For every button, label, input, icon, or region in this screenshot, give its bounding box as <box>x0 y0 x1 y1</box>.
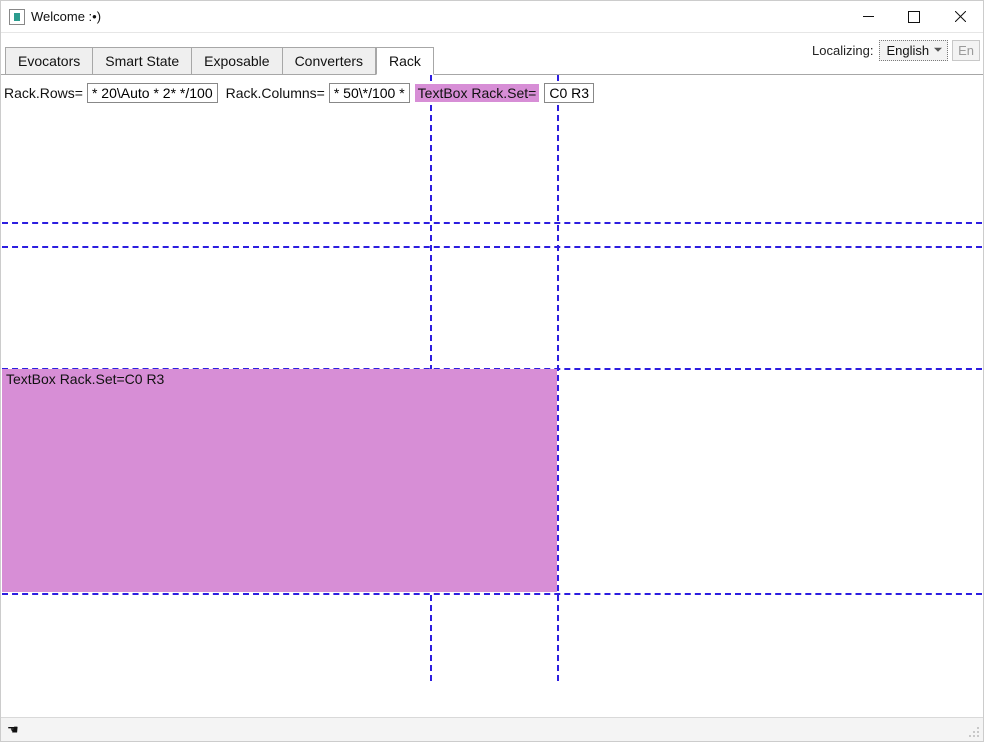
status-hand-icon: ☚ <box>7 722 19 738</box>
tab-exposable[interactable]: Exposable <box>192 47 282 75</box>
rack-config-row: Rack.Rows= * 20\Auto * 2* */100 Rack.Col… <box>2 83 594 103</box>
window-controls <box>845 1 983 32</box>
app-icon <box>9 9 25 25</box>
window-title: Welcome :•) <box>31 9 101 24</box>
close-button[interactable] <box>937 1 983 32</box>
rack-row-divider <box>2 222 982 224</box>
language-short-button[interactable]: En <box>952 40 980 61</box>
tab-evocators[interactable]: Evocators <box>5 47 93 75</box>
rack-rows-value[interactable]: * 20\Auto * 2* */100 <box>87 83 218 103</box>
rack-row-divider <box>2 246 982 248</box>
status-bar: ☚ <box>1 717 983 741</box>
minimize-button[interactable] <box>845 1 891 32</box>
rack-set-label: TextBox Rack.Set= <box>415 84 540 102</box>
rack-rows-label: Rack.Rows= <box>2 85 85 101</box>
rack-set-overlay[interactable]: TextBox Rack.Set=C0 R3 <box>2 369 557 592</box>
rack-cols-value[interactable]: * 50\*/100 * <box>329 83 410 103</box>
rack-row-divider <box>2 593 982 595</box>
tab-rack[interactable]: Rack <box>376 47 434 75</box>
tab-smart-state[interactable]: Smart State <box>93 47 192 75</box>
titlebar: Welcome :•) <box>1 1 983 33</box>
rack-area: Rack.Rows= * 20\Auto * 2* */100 Rack.Col… <box>1 75 983 717</box>
rack-set-value[interactable]: C0 R3 <box>544 83 594 103</box>
rack-cols-label: Rack.Columns= <box>224 85 327 101</box>
maximize-button[interactable] <box>891 1 937 32</box>
tab-converters[interactable]: Converters <box>283 47 376 75</box>
resize-grip[interactable] <box>969 727 981 739</box>
localizing-label: Localizing: <box>812 43 875 58</box>
rack-col-divider <box>557 75 559 681</box>
localizing-controls: Localizing: English En <box>812 40 980 61</box>
language-dropdown[interactable]: English <box>879 40 948 61</box>
